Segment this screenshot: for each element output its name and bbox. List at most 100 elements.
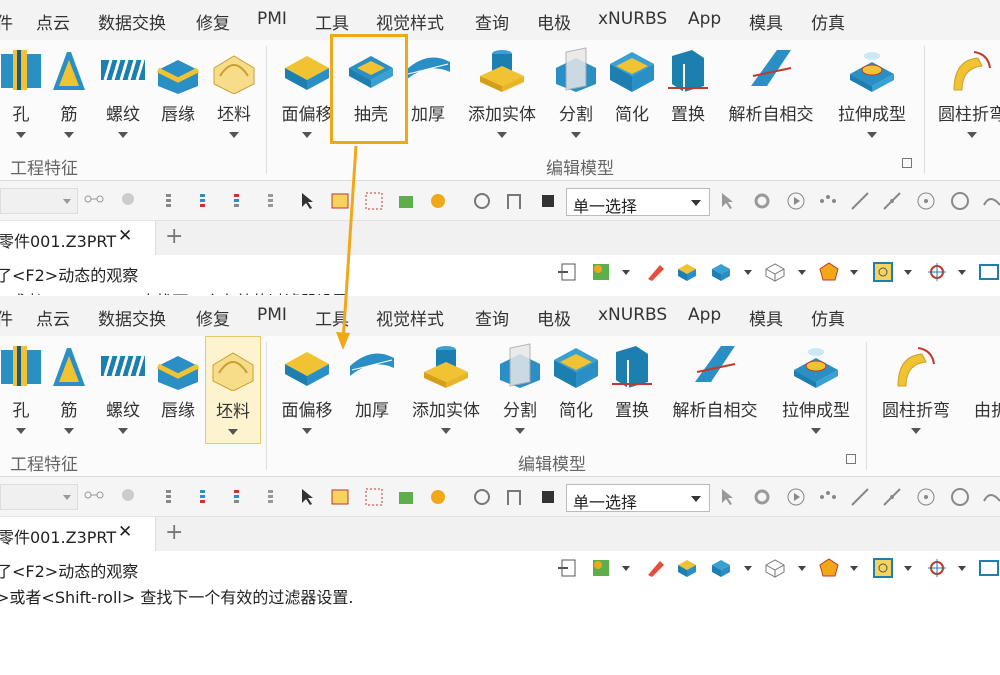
menu-item-data-exchange[interactable]: 数据交换 [98,305,166,330]
face-offset-button[interactable]: 面偏移 [276,40,338,156]
chevron-down-icon[interactable] [904,566,912,571]
resolve-self-intersect-button[interactable]: 解析自相交 [666,336,764,452]
part-icon[interactable] [396,191,416,211]
resolve-self-intersect-button[interactable]: 解析自相交 [722,40,820,156]
eraser-icon[interactable] [644,557,666,579]
settings-part-icon[interactable] [428,487,448,507]
pointer-gray-icon[interactable] [718,487,738,507]
menu-item-point-cloud[interactable]: 点云 [36,9,70,34]
document-tab[interactable]: 零件001.Z3PRT ✕ [0,517,156,551]
list-icon[interactable] [330,487,350,507]
chevron-down-icon[interactable] [850,566,858,571]
line-icon[interactable] [850,487,870,507]
menu-item-pmi[interactable]: PMI [257,305,287,325]
menu-item-features[interactable]: 件 [0,9,13,34]
free-bend-button[interactable]: 由折 [966,336,1000,452]
render-settings-icon[interactable] [590,261,612,283]
menu-item-features[interactable]: 件 [0,305,13,330]
selection-mode-select[interactable]: 单一选择 [566,188,710,216]
chevron-down-icon[interactable] [622,270,630,275]
ref-globe-icon[interactable] [118,487,138,507]
menu-item-mold[interactable]: 模具 [749,9,783,34]
points-icon[interactable] [818,487,838,507]
ref-globe-icon[interactable] [118,191,138,211]
add-tab-button[interactable]: + [165,224,183,249]
pointer-gray-icon[interactable] [718,191,738,211]
chevron-down-icon[interactable] [958,566,966,571]
ref-link-icon[interactable] [84,191,104,211]
polyhedron-icon[interactable] [818,557,840,579]
points-icon[interactable] [818,191,838,211]
box-shaded-icon[interactable] [676,261,698,283]
line-icon[interactable] [850,191,870,211]
select-box-icon[interactable] [364,487,384,507]
menu-item-app[interactable]: App [688,305,721,325]
menu-item-point-cloud[interactable]: 点云 [36,305,70,330]
filter-blue-icon[interactable] [198,487,218,507]
part-icon[interactable] [396,487,416,507]
filter-gray-icon[interactable] [266,191,286,211]
curve-icon[interactable] [982,487,1000,507]
lip-button[interactable]: 唇缘 [152,336,204,452]
rib-button[interactable]: 筋 [44,40,94,156]
cylinder-bend-button[interactable]: 圆柱折弯 [876,336,956,452]
play-icon[interactable] [786,487,806,507]
snap-target-icon[interactable] [926,557,948,579]
path-icon[interactable] [504,191,524,211]
split-button[interactable]: 分割 [494,336,546,452]
menu-item-visual-style[interactable]: 视觉样式 [376,9,444,34]
hole-button[interactable]: 孔 [0,40,42,156]
filter-gray-icon[interactable] [266,487,286,507]
line-point-icon[interactable] [882,191,902,211]
selection-mode-select[interactable]: 单一选择 [566,484,710,512]
exit-icon[interactable] [556,261,578,283]
close-icon[interactable]: ✕ [118,522,132,542]
play-icon[interactable] [786,191,806,211]
replace-button[interactable]: 置换 [662,40,714,156]
menu-item-simulation[interactable]: 仿真 [811,9,845,34]
box-blue-icon[interactable] [710,261,732,283]
add-solid-button[interactable]: 添加实体 [462,40,542,156]
curve-icon[interactable] [982,191,1000,211]
dialog-launcher-icon[interactable] [902,158,912,168]
zoom-fit-icon[interactable] [872,557,894,579]
stock-button[interactable]: 坯料 [205,336,261,444]
exit-icon[interactable] [556,557,578,579]
stock-button[interactable]: 坯料 [206,40,262,156]
document-tab[interactable]: 零件001.Z3PRT ✕ [0,221,156,255]
snap-target-icon[interactable] [926,261,948,283]
filter-red-icon[interactable] [232,191,252,211]
add-tab-button[interactable]: + [165,520,183,545]
ref-link-icon[interactable] [84,487,104,507]
simplify-button[interactable]: 简化 [606,40,658,156]
filter-blue-icon[interactable] [198,191,218,211]
menu-item-electrode[interactable]: 电极 [537,9,571,34]
menu-item-visual-style[interactable]: 视觉样式 [376,305,444,330]
menu-item-app[interactable]: App [688,9,721,29]
add-solid-button[interactable]: 添加实体 [406,336,486,452]
face-offset-button[interactable]: 面偏移 [276,336,338,452]
menu-item-xnurbs[interactable]: xNURBS [598,9,667,29]
extrude-form-button[interactable]: 拉伸成型 [776,336,856,452]
settings-part-icon[interactable] [428,191,448,211]
target-icon[interactable] [472,487,492,507]
extrude-form-button[interactable]: 拉伸成型 [832,40,912,156]
box-wire-icon[interactable] [764,261,786,283]
chevron-down-icon[interactable] [798,270,806,275]
chevron-down-icon[interactable] [904,270,912,275]
circle-icon[interactable] [950,191,970,211]
zoom-fit-icon[interactable] [872,261,894,283]
thread-button[interactable]: 螺纹 [96,336,150,452]
chevron-down-icon[interactable] [850,270,858,275]
chevron-down-icon[interactable] [622,566,630,571]
list-icon[interactable] [330,191,350,211]
menu-item-simulation[interactable]: 仿真 [811,305,845,330]
polyhedron-icon[interactable] [818,261,840,283]
menu-item-repair[interactable]: 修复 [196,305,230,330]
cursor-icon[interactable] [298,191,318,211]
menu-item-inquire[interactable]: 查询 [475,305,509,330]
filter-combo[interactable] [0,188,78,214]
thread-button[interactable]: 螺纹 [96,40,150,156]
thicken-button[interactable]: 加厚 [404,40,452,156]
box-blue-icon[interactable] [710,557,732,579]
